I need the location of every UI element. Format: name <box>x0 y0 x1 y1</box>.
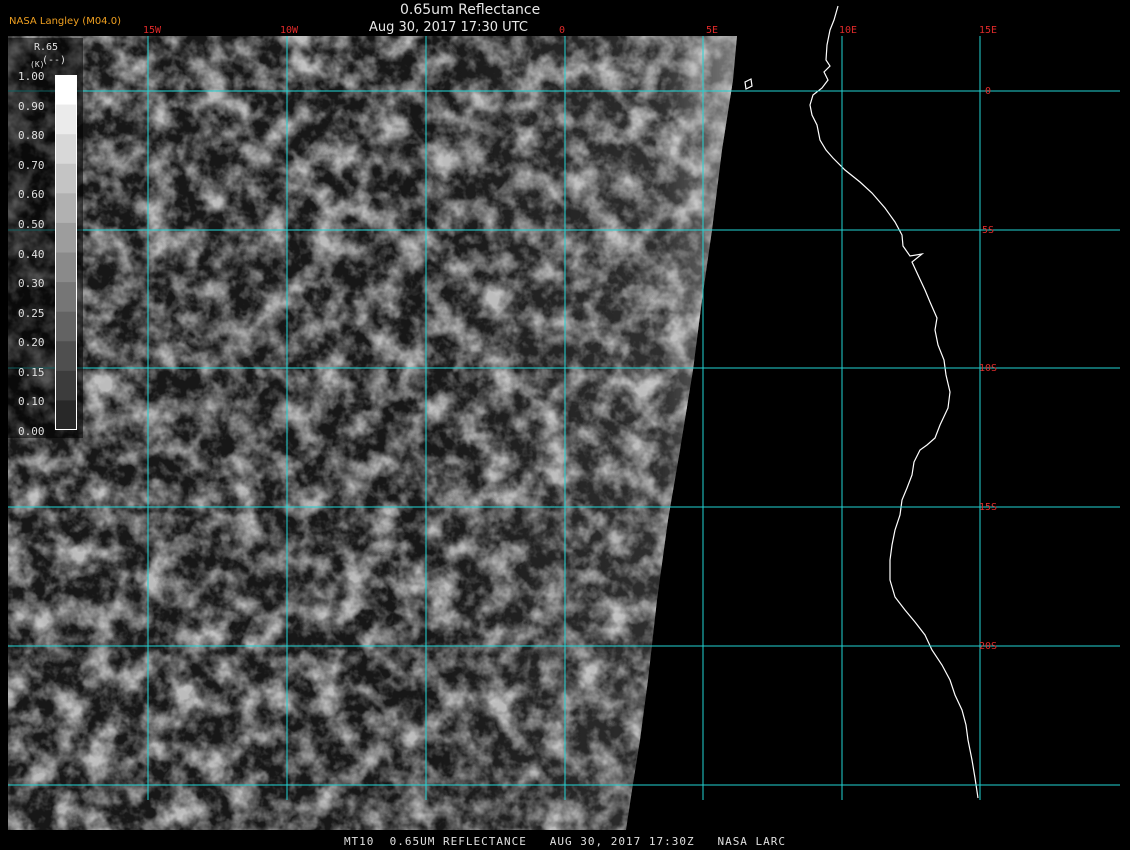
latitude-label: 20S <box>979 641 997 652</box>
map-title: 0.65um Reflectance <box>400 2 541 18</box>
legend-swatch <box>56 193 76 224</box>
legend-tick-label: 0.25 <box>18 306 45 320</box>
legend-swatch <box>56 104 76 135</box>
legend-tick-label: 0.70 <box>18 158 45 172</box>
legend-variable: R.65 <box>34 42 59 53</box>
legend-colorbar <box>55 75 77 430</box>
legend-tick-label: 0.10 <box>18 395 45 409</box>
longitude-label: 15E <box>979 25 997 36</box>
legend-tick-label: 0.30 <box>18 277 45 291</box>
legend-swatch <box>56 341 76 372</box>
legend-swatch <box>56 252 76 283</box>
satellite-imagery <box>8 36 737 830</box>
legend-tick-label: 0.20 <box>18 336 45 350</box>
legend-tick-label: 0.90 <box>18 99 45 113</box>
brand-label: NASA Langley (M04.0) <box>9 16 121 27</box>
longitude-label: 0 <box>559 25 565 36</box>
satellite-image-viewer: 15W 10W 0 5E 10E 15E 0 5S 10S 15S 20S NASA Langley… <box>0 0 1130 850</box>
legend-tick-label: 1.00 <box>18 70 45 83</box>
legend-swatch <box>56 163 76 194</box>
footer-caption: MT10 0.65UM REFLECTANCE AUG 30, 2017 17:… <box>343 835 787 848</box>
legend-tick-label: 0.60 <box>18 188 45 202</box>
legend-swatch <box>56 370 76 401</box>
latitude-label: 5S <box>982 225 994 236</box>
legend-swatch <box>56 311 76 342</box>
legend-units: (--) <box>42 55 67 66</box>
longitude-label: 10W <box>280 25 299 36</box>
legend-tick-label: 0.15 <box>18 365 45 379</box>
legend-tick-label: 0.00 <box>18 425 45 438</box>
latitude-label: 15S <box>979 502 997 513</box>
legend-tick-label: 0.50 <box>18 217 45 231</box>
map-subtitle: Aug 30, 2017 17:30 UTC <box>369 20 528 35</box>
longitude-label: 5E <box>706 25 718 36</box>
longitude-label: 10E <box>839 25 857 36</box>
longitude-label: 15W <box>143 25 162 36</box>
legend-swatch <box>56 134 76 165</box>
legend-swatch <box>56 222 76 253</box>
reflectance-map: 15W 10W 0 5E 10E 15E 0 5S 10S 15S 20S <box>8 5 1120 830</box>
coastline-africa <box>809 5 979 799</box>
legend-swatch <box>56 400 76 430</box>
legend-swatch <box>56 75 76 106</box>
legend-tick-label: 0.80 <box>18 129 45 143</box>
legend-swatch <box>56 282 76 313</box>
legend-tick-label: 0.40 <box>18 247 45 261</box>
latitude-label: 0 <box>985 86 991 97</box>
island-outline <box>744 78 753 90</box>
color-legend: R.65 (K) (--) 1.00 0.90 0.80 0.70 0.60 0.50 0.… <box>8 38 83 438</box>
latitude-label: 10S <box>979 363 997 374</box>
